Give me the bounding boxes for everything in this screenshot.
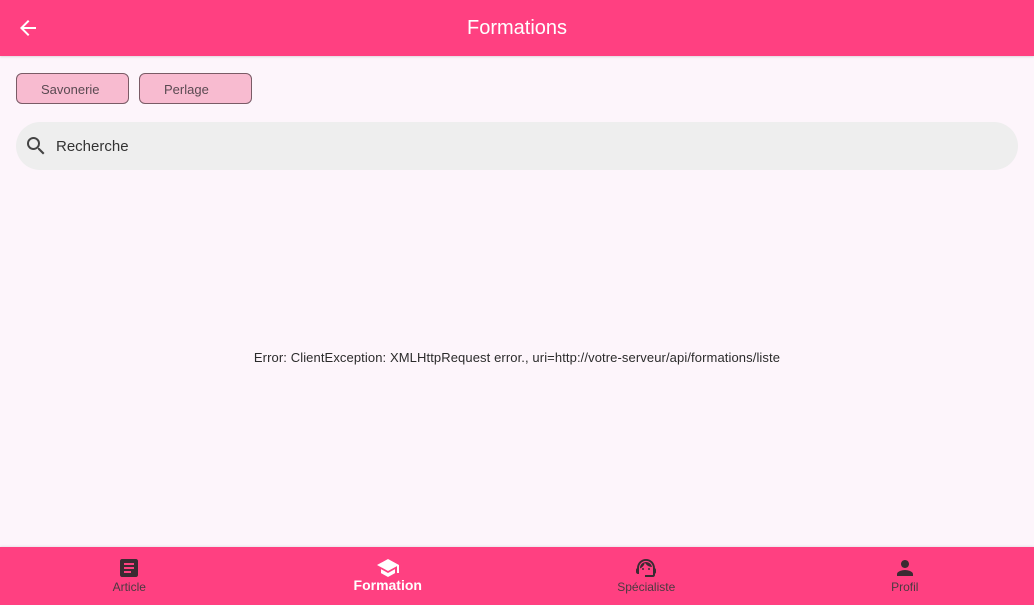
nav-item-formation[interactable]: Formation bbox=[259, 547, 518, 605]
nav-label-profil: Profil bbox=[891, 580, 919, 594]
bottom-navigation: Article Formation Spécialiste Profil bbox=[0, 547, 1034, 605]
search-bar[interactable] bbox=[16, 122, 1018, 170]
chip-savonerie[interactable]: Savonerie bbox=[16, 73, 129, 104]
nav-item-article[interactable]: Article bbox=[0, 547, 259, 605]
search-input[interactable] bbox=[56, 122, 996, 170]
support-agent-icon bbox=[634, 556, 658, 580]
app-screen: Formations Savonerie Perlage Error: Clie… bbox=[0, 0, 1034, 605]
arrow-back-icon bbox=[20, 20, 36, 36]
nav-label-formation: Formation bbox=[353, 577, 422, 593]
nav-label-specialiste: Spécialiste bbox=[617, 580, 676, 594]
nav-item-profil[interactable]: Profil bbox=[776, 547, 1034, 605]
app-bar: Formations bbox=[0, 0, 1034, 56]
nav-item-specialiste[interactable]: Spécialiste bbox=[517, 547, 776, 605]
page-title: Formations bbox=[466, 17, 568, 39]
article-icon bbox=[117, 556, 141, 580]
nav-label-article: Article bbox=[112, 580, 146, 594]
search-icon bbox=[27, 137, 45, 155]
chip-perlage[interactable]: Perlage bbox=[139, 73, 252, 104]
back-button[interactable] bbox=[8, 8, 48, 48]
person-icon bbox=[893, 556, 917, 580]
error-message: Error: ClientException: XMLHttpRequest e… bbox=[253, 350, 781, 365]
